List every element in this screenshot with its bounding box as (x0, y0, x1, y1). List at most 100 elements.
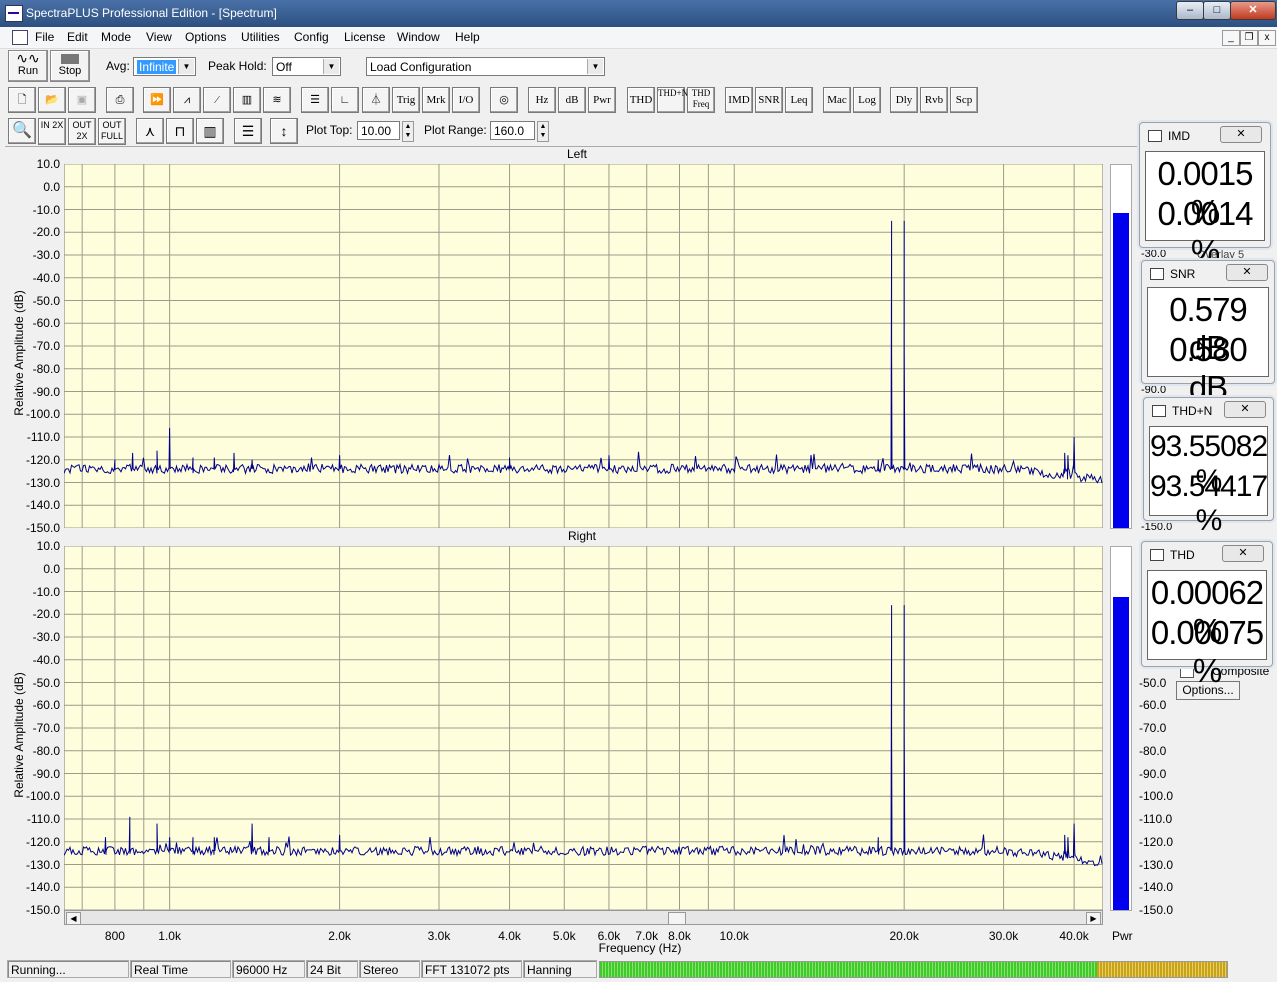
imd-button[interactable]: IMD (725, 87, 753, 113)
menu-license[interactable]: License (344, 30, 385, 44)
power-tick-label: -80.0 (1139, 743, 1167, 758)
left-channel-plot[interactable] (64, 164, 1103, 528)
thd-freq-button[interactable]: THD Freq (687, 87, 715, 113)
fast-forward-icon[interactable]: ⏩ (143, 87, 171, 113)
generator-icon[interactable]: ◎ (490, 87, 518, 113)
zoom-out-2x-button[interactable]: OUT 2X (68, 118, 96, 145)
status-bits: 24 Bit (306, 960, 358, 978)
imd-meter-window[interactable]: IMD ✕ 0.0015 % 0.0014 % (1139, 122, 1271, 270)
menu-mode[interactable]: Mode (101, 30, 131, 44)
table-icon[interactable]: ☰ (234, 118, 262, 144)
plot-range-label: Plot Range: (424, 123, 487, 137)
spectrum-mode-icon[interactable]: ⩘ (173, 87, 201, 113)
print-icon[interactable]: ⎙ (106, 87, 134, 113)
menu-config[interactable]: Config (294, 30, 329, 44)
menu-utilities[interactable]: Utilities (241, 30, 280, 44)
open-icon[interactable]: 📂 (38, 87, 66, 113)
right-channel-plot[interactable] (64, 546, 1103, 910)
mrk-button[interactable]: Mrk (422, 87, 450, 113)
close-icon[interactable]: ✕ (1224, 401, 1266, 418)
status-window: Hanning (523, 960, 597, 978)
menu-help[interactable]: Help (455, 30, 480, 44)
io-button[interactable]: I/O (452, 87, 480, 113)
thdn-meter-window[interactable]: THD+N ✕ 93.55082 % 93.54417 % (1143, 397, 1274, 537)
stop-button[interactable]: Stop (50, 50, 90, 82)
db-button[interactable]: dB (558, 87, 586, 113)
scroll-right-icon[interactable]: ▶ (1086, 912, 1101, 925)
spectrogram-icon[interactable]: ▥ (233, 87, 261, 113)
load-config-value: Load Configuration (370, 60, 472, 74)
bars-icon[interactable]: ▥ (196, 118, 224, 144)
thd-meter-window[interactable]: THD ✕ 0.00062 % 0.00075 % (1141, 541, 1273, 689)
power-tick-label: -130.0 (1139, 857, 1174, 872)
plot-top-spinner[interactable]: ▲ ▼ (402, 121, 414, 142)
scroll-left-icon[interactable]: ◀ (66, 912, 81, 925)
dly-button[interactable]: Dly (890, 87, 918, 113)
time-series-icon[interactable]: ⁄ (203, 87, 231, 113)
pwr-button[interactable]: Pwr (588, 87, 616, 113)
plot-range-input[interactable]: 160.0 (490, 121, 535, 140)
zoom-icon[interactable]: 🔍 (8, 118, 36, 144)
minimize-button[interactable]: – (1176, 1, 1204, 20)
wave-icon: ∿∿ (16, 50, 40, 66)
load-configuration-select[interactable]: Load Configuration ▼ (366, 57, 605, 76)
rvb-button[interactable]: Rvb (920, 87, 948, 113)
peak-hold-select[interactable]: Off ▼ (272, 57, 341, 76)
hz-button[interactable]: Hz (528, 87, 556, 113)
y-tick-label: -90.0 (32, 384, 60, 399)
menu-view[interactable]: View (146, 30, 172, 44)
vertical-scale-icon[interactable]: ↕ (270, 118, 298, 144)
scp-button[interactable]: Scp (950, 87, 978, 113)
mdi-restore-button[interactable]: ❐ (1240, 30, 1258, 46)
y-tick-label: -20.0 (32, 225, 60, 240)
power-tick-label: -140.0 (1139, 880, 1174, 895)
log-button[interactable]: Log (853, 87, 881, 113)
new-icon[interactable]: 🗋 (8, 87, 36, 113)
3d-surface-icon[interactable]: ≋ (263, 87, 291, 113)
save-icon[interactable]: ▣ (68, 87, 96, 113)
menu-file[interactable]: File (35, 30, 54, 44)
peak-icon[interactable]: ⋏ (136, 118, 164, 144)
thd-button[interactable]: THD (627, 87, 655, 113)
close-icon[interactable]: ✕ (1226, 264, 1268, 281)
avg-select[interactable]: Infinite ▼ (133, 57, 196, 76)
y-tick-label: -140.0 (25, 880, 60, 895)
mac-button[interactable]: Mac (823, 87, 851, 113)
trig-button[interactable]: Trig (392, 87, 420, 113)
compass-icon[interactable]: ⏃ (362, 87, 390, 113)
axis-icon[interactable]: ∟ (331, 87, 359, 113)
plot-top-input[interactable]: 10.00 (357, 121, 400, 140)
menu-options[interactable]: Options (185, 30, 226, 44)
thdn-value-right: 93.54417 % (1150, 470, 1268, 537)
doc-icon[interactable] (12, 30, 28, 45)
close-icon[interactable]: ✕ (1222, 545, 1264, 562)
power-tick-label: -120.0 (1139, 834, 1174, 849)
snr-button[interactable]: SNR (755, 87, 783, 113)
zoom-full-button[interactable]: OUT FULL (98, 118, 126, 145)
right-power-level (1113, 597, 1129, 910)
run-button[interactable]: ∿∿ Run (8, 50, 48, 82)
mdi-close-button[interactable]: x (1258, 30, 1276, 46)
thdn-button[interactable]: THD+N (657, 87, 688, 113)
mdi-minimize-button[interactable]: _ (1222, 30, 1240, 46)
x-tick-label: 4.0k (498, 929, 521, 943)
close-button[interactable]: ✕ (1230, 1, 1276, 20)
menu-window[interactable]: Window (397, 30, 440, 44)
horizontal-scrollbar[interactable]: ◀ ▶ (64, 910, 1103, 925)
snr-meter-window[interactable]: SNR ✕ 0.579 dB 0.580 dB (1141, 260, 1275, 406)
maximize-button[interactable]: □ (1203, 1, 1231, 20)
leq-button[interactable]: Leq (785, 87, 813, 113)
scroll-thumb[interactable] (668, 912, 686, 925)
resize-grip-icon[interactable] (1262, 944, 1274, 978)
y-tick-label: -40.0 (32, 270, 60, 285)
menu-bar: File Edit Mode View Options Utilities Co… (0, 27, 1277, 49)
snr-meter-display: 0.579 dB 0.580 dB (1147, 287, 1269, 406)
list-view-icon[interactable]: ☰ (301, 87, 329, 113)
y-tick-label: -150.0 (25, 521, 60, 535)
y-tick-label: -140.0 (25, 498, 60, 513)
close-icon[interactable]: ✕ (1220, 126, 1262, 143)
menu-edit[interactable]: Edit (67, 30, 88, 44)
plot-range-spinner[interactable]: ▲ ▼ (537, 121, 549, 142)
zoom-in-2x-button[interactable]: IN 2X (38, 118, 66, 145)
step-icon[interactable]: ⊓ (166, 118, 194, 144)
